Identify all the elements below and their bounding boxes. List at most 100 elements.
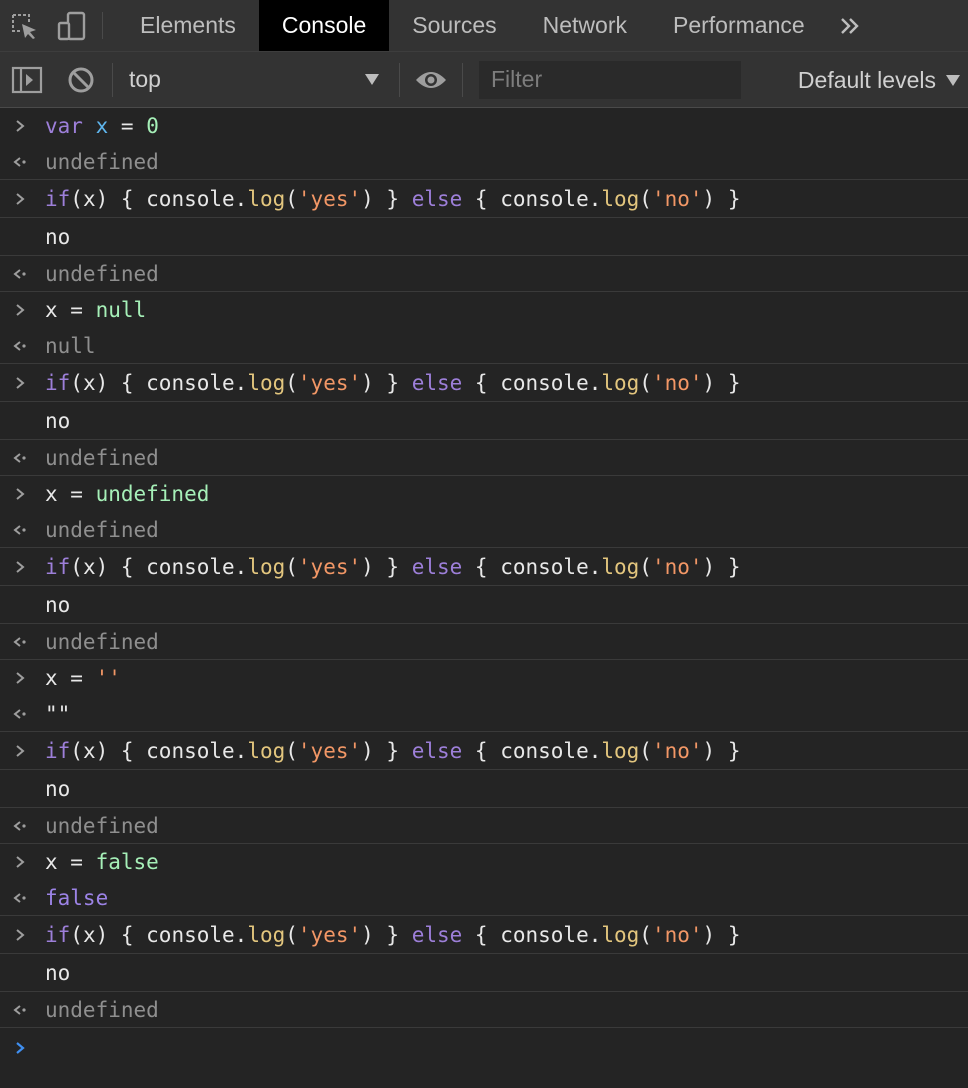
code-token: if [45, 739, 71, 763]
console-input-code: x = '' [45, 666, 121, 690]
result-arrow-icon [13, 452, 26, 463]
code-token: null [95, 298, 147, 322]
input-prompt-chevron-icon [16, 928, 25, 941]
console-input-line: x = undefined [0, 476, 968, 512]
message-gutter [10, 512, 30, 547]
console-result-value: null [45, 334, 96, 358]
console-prompt[interactable] [0, 1028, 968, 1068]
devtools-tab-bar: Elements Console Sources Network Perform… [0, 0, 968, 52]
tab-bar-divider [102, 12, 103, 39]
code-token: ) } [702, 555, 741, 579]
context-selector[interactable]: top [121, 66, 391, 93]
result-arrow-icon [13, 340, 26, 351]
message-gutter [10, 256, 30, 291]
console-result-value: undefined [45, 446, 159, 470]
message-gutter [10, 144, 30, 179]
tab-sources[interactable]: Sources [389, 0, 519, 51]
show-sidebar-button[interactable] [4, 52, 50, 108]
code-token: ) } [702, 923, 741, 947]
sidebar-toggle-icon [11, 66, 43, 93]
console-log-line: no [0, 770, 968, 808]
console-result-value: false [45, 886, 109, 910]
code-token: log [601, 187, 640, 211]
filter-input[interactable] [479, 60, 741, 99]
console-result-line: undefined [0, 440, 968, 476]
message-gutter [10, 844, 30, 880]
log-levels-label: Default levels [797, 66, 936, 93]
console-result-line: undefined [0, 808, 968, 844]
tab-elements[interactable]: Elements [117, 0, 259, 51]
console-log-line: no [0, 954, 968, 992]
log-levels-dropdown[interactable]: Default levels [798, 52, 960, 108]
result-arrow-icon [13, 524, 26, 535]
inspect-element-button[interactable] [0, 0, 48, 51]
console-input-code: if(x) { console.log('yes') } else { cons… [45, 555, 740, 579]
console-toolbar: top Default levels [0, 52, 968, 108]
code-token: else [411, 187, 463, 211]
message-gutter [10, 476, 30, 512]
code-token: (x) { console. [70, 739, 248, 763]
input-prompt-chevron-icon [16, 376, 25, 389]
tab-network[interactable]: Network [520, 0, 650, 51]
console-result-line: undefined [0, 256, 968, 292]
console-result-value: undefined [45, 262, 159, 286]
code-token: false [95, 850, 159, 874]
message-gutter [10, 586, 30, 623]
code-token: x = [45, 298, 96, 322]
console-input-code: if(x) { console.log('yes') } else { cons… [45, 187, 740, 211]
console-log-text: no [45, 225, 71, 249]
console-input-line: x = null [0, 292, 968, 328]
message-gutter [10, 218, 30, 255]
console-log-text: no [45, 961, 71, 985]
code-token: log [601, 371, 640, 395]
message-gutter [10, 292, 30, 328]
console-result-value: undefined [45, 518, 159, 542]
live-expression-button[interactable] [408, 52, 454, 108]
message-gutter [10, 180, 30, 217]
toolbar-divider [399, 62, 400, 97]
input-prompt-chevron-icon [16, 488, 25, 500]
message-gutter [10, 660, 30, 696]
code-token: log [601, 555, 640, 579]
code-token: ) } [361, 923, 412, 947]
console-input-code: var x = 0 [45, 114, 159, 138]
result-arrow-icon [13, 156, 26, 167]
message-gutter [10, 548, 30, 585]
device-toolbar-button[interactable] [48, 0, 96, 51]
message-gutter [10, 732, 30, 769]
clear-console-button[interactable] [58, 52, 104, 108]
more-tabs-button[interactable] [828, 0, 872, 51]
code-token: ( [285, 187, 298, 211]
code-token: 'no' [651, 187, 703, 211]
code-token: ) } [702, 187, 741, 211]
code-token: 'yes' [297, 739, 362, 763]
code-token: log [601, 923, 640, 947]
code-token: 'no' [651, 923, 703, 947]
message-gutter [10, 108, 30, 144]
console-input-code: x = null [45, 298, 146, 322]
console-input-code: x = false [45, 850, 159, 874]
toolbar-divider [112, 62, 113, 97]
caret-down-icon [365, 74, 379, 85]
console-input-line: if(x) { console.log('yes') } else { cons… [0, 180, 968, 218]
message-gutter [10, 880, 30, 915]
tab-performance[interactable]: Performance [650, 0, 828, 51]
code-token: ( [285, 923, 298, 947]
console-log-line: no [0, 402, 968, 440]
message-gutter [10, 992, 30, 1027]
code-token: else [411, 555, 463, 579]
console-result-line: undefined [0, 992, 968, 1028]
code-token: { console. [462, 187, 602, 211]
tab-console[interactable]: Console [258, 0, 390, 51]
code-token: if [45, 371, 71, 395]
message-gutter [10, 916, 30, 953]
console-input-line: x = false [0, 844, 968, 880]
message-gutter [10, 328, 30, 363]
code-token: ( [639, 371, 652, 395]
console-result-value: undefined [45, 814, 159, 838]
code-token: ( [285, 739, 298, 763]
console-result-value: undefined [45, 998, 159, 1022]
console-result-value: "" [45, 702, 71, 726]
toolbar-divider [462, 62, 463, 97]
message-gutter [10, 696, 30, 731]
